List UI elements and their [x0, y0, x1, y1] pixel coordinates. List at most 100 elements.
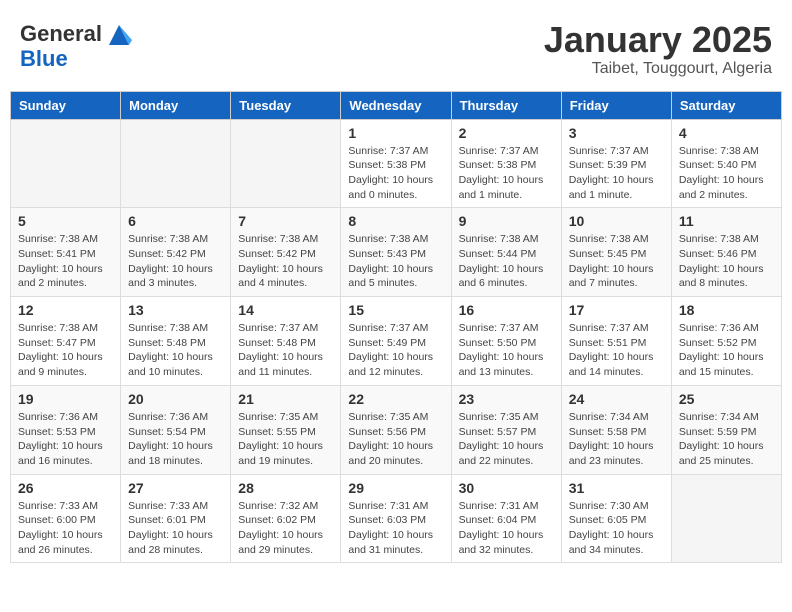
calendar-cell: 10 Sunrise: 7:38 AM Sunset: 5:45 PM Dayl…: [561, 208, 671, 297]
sunset-text: Sunset: 5:48 PM: [238, 337, 316, 349]
day-info: Sunrise: 7:37 AM Sunset: 5:38 PM Dayligh…: [348, 144, 443, 203]
sunset-text: Sunset: 5:38 PM: [348, 159, 426, 171]
sunrise-text: Sunrise: 7:38 AM: [679, 145, 759, 157]
sunset-text: Sunset: 5:43 PM: [348, 248, 426, 260]
sunrise-text: Sunrise: 7:38 AM: [128, 233, 208, 245]
calendar-cell: 25 Sunrise: 7:34 AM Sunset: 5:59 PM Dayl…: [671, 385, 781, 474]
sunset-text: Sunset: 5:59 PM: [679, 426, 757, 438]
day-number: 19: [18, 391, 113, 407]
calendar-cell: 23 Sunrise: 7:35 AM Sunset: 5:57 PM Dayl…: [451, 385, 561, 474]
sunset-text: Sunset: 5:56 PM: [348, 426, 426, 438]
sunset-text: Sunset: 5:52 PM: [679, 337, 757, 349]
daylight-text: Daylight: 10 hours and 4 minutes.: [238, 263, 323, 290]
sunset-text: Sunset: 6:01 PM: [128, 514, 206, 526]
calendar-cell: 9 Sunrise: 7:38 AM Sunset: 5:44 PM Dayli…: [451, 208, 561, 297]
sunrise-text: Sunrise: 7:33 AM: [18, 500, 98, 512]
daylight-text: Daylight: 10 hours and 8 minutes.: [679, 263, 764, 290]
sunset-text: Sunset: 5:51 PM: [569, 337, 647, 349]
day-info: Sunrise: 7:30 AM Sunset: 6:05 PM Dayligh…: [569, 499, 664, 558]
daylight-text: Daylight: 10 hours and 2 minutes.: [679, 174, 764, 201]
daylight-text: Daylight: 10 hours and 32 minutes.: [459, 529, 544, 556]
calendar-cell: [671, 474, 781, 563]
day-info: Sunrise: 7:36 AM Sunset: 5:52 PM Dayligh…: [679, 321, 774, 380]
calendar-cell: 27 Sunrise: 7:33 AM Sunset: 6:01 PM Dayl…: [121, 474, 231, 563]
calendar-cell: 11 Sunrise: 7:38 AM Sunset: 5:46 PM Dayl…: [671, 208, 781, 297]
calendar-table: SundayMondayTuesdayWednesdayThursdayFrid…: [10, 91, 782, 564]
sunrise-text: Sunrise: 7:38 AM: [238, 233, 318, 245]
day-info: Sunrise: 7:34 AM Sunset: 5:59 PM Dayligh…: [679, 410, 774, 469]
weekday-header: Sunday: [11, 91, 121, 119]
sunrise-text: Sunrise: 7:35 AM: [238, 411, 318, 423]
daylight-text: Daylight: 10 hours and 18 minutes.: [128, 440, 213, 467]
sunset-text: Sunset: 5:57 PM: [459, 426, 537, 438]
daylight-text: Daylight: 10 hours and 31 minutes.: [348, 529, 433, 556]
day-number: 21: [238, 391, 333, 407]
sunrise-text: Sunrise: 7:37 AM: [459, 322, 539, 334]
day-info: Sunrise: 7:31 AM Sunset: 6:04 PM Dayligh…: [459, 499, 554, 558]
day-number: 18: [679, 302, 774, 318]
calendar-cell: 7 Sunrise: 7:38 AM Sunset: 5:42 PM Dayli…: [231, 208, 341, 297]
calendar-week-row: 19 Sunrise: 7:36 AM Sunset: 5:53 PM Dayl…: [11, 385, 782, 474]
daylight-text: Daylight: 10 hours and 5 minutes.: [348, 263, 433, 290]
weekday-header: Thursday: [451, 91, 561, 119]
sunset-text: Sunset: 5:50 PM: [459, 337, 537, 349]
calendar-cell: 30 Sunrise: 7:31 AM Sunset: 6:04 PM Dayl…: [451, 474, 561, 563]
day-number: 22: [348, 391, 443, 407]
calendar-week-row: 26 Sunrise: 7:33 AM Sunset: 6:00 PM Dayl…: [11, 474, 782, 563]
day-info: Sunrise: 7:35 AM Sunset: 5:56 PM Dayligh…: [348, 410, 443, 469]
location-subtitle: Taibet, Touggourt, Algeria: [544, 60, 772, 78]
calendar-cell: [11, 119, 121, 208]
sunrise-text: Sunrise: 7:37 AM: [238, 322, 318, 334]
sunrise-text: Sunrise: 7:37 AM: [569, 322, 649, 334]
day-info: Sunrise: 7:38 AM Sunset: 5:45 PM Dayligh…: [569, 232, 664, 291]
sunset-text: Sunset: 5:46 PM: [679, 248, 757, 260]
title-block: January 2025 Taibet, Touggourt, Algeria: [544, 20, 772, 78]
day-info: Sunrise: 7:38 AM Sunset: 5:46 PM Dayligh…: [679, 232, 774, 291]
day-number: 26: [18, 480, 113, 496]
calendar-cell: 28 Sunrise: 7:32 AM Sunset: 6:02 PM Dayl…: [231, 474, 341, 563]
day-info: Sunrise: 7:33 AM Sunset: 6:00 PM Dayligh…: [18, 499, 113, 558]
day-number: 1: [348, 125, 443, 141]
daylight-text: Daylight: 10 hours and 0 minutes.: [348, 174, 433, 201]
day-number: 16: [459, 302, 554, 318]
weekday-header-row: SundayMondayTuesdayWednesdayThursdayFrid…: [11, 91, 782, 119]
daylight-text: Daylight: 10 hours and 2 minutes.: [18, 263, 103, 290]
daylight-text: Daylight: 10 hours and 25 minutes.: [679, 440, 764, 467]
sunset-text: Sunset: 6:04 PM: [459, 514, 537, 526]
sunset-text: Sunset: 6:03 PM: [348, 514, 426, 526]
daylight-text: Daylight: 10 hours and 14 minutes.: [569, 351, 654, 378]
daylight-text: Daylight: 10 hours and 16 minutes.: [18, 440, 103, 467]
sunset-text: Sunset: 6:00 PM: [18, 514, 96, 526]
day-number: 6: [128, 213, 223, 229]
sunrise-text: Sunrise: 7:36 AM: [679, 322, 759, 334]
calendar-cell: 15 Sunrise: 7:37 AM Sunset: 5:49 PM Dayl…: [341, 297, 451, 386]
calendar-cell: 21 Sunrise: 7:35 AM Sunset: 5:55 PM Dayl…: [231, 385, 341, 474]
sunrise-text: Sunrise: 7:30 AM: [569, 500, 649, 512]
day-number: 20: [128, 391, 223, 407]
calendar-cell: 8 Sunrise: 7:38 AM Sunset: 5:43 PM Dayli…: [341, 208, 451, 297]
calendar-cell: [121, 119, 231, 208]
sunset-text: Sunset: 5:53 PM: [18, 426, 96, 438]
day-info: Sunrise: 7:38 AM Sunset: 5:47 PM Dayligh…: [18, 321, 113, 380]
daylight-text: Daylight: 10 hours and 6 minutes.: [459, 263, 544, 290]
calendar-cell: 17 Sunrise: 7:37 AM Sunset: 5:51 PM Dayl…: [561, 297, 671, 386]
daylight-text: Daylight: 10 hours and 26 minutes.: [18, 529, 103, 556]
sunrise-text: Sunrise: 7:34 AM: [569, 411, 649, 423]
day-number: 14: [238, 302, 333, 318]
sunrise-text: Sunrise: 7:32 AM: [238, 500, 318, 512]
sunset-text: Sunset: 6:05 PM: [569, 514, 647, 526]
day-info: Sunrise: 7:37 AM Sunset: 5:48 PM Dayligh…: [238, 321, 333, 380]
daylight-text: Daylight: 10 hours and 11 minutes.: [238, 351, 323, 378]
sunset-text: Sunset: 5:42 PM: [238, 248, 316, 260]
sunset-text: Sunset: 5:38 PM: [459, 159, 537, 171]
day-info: Sunrise: 7:37 AM Sunset: 5:50 PM Dayligh…: [459, 321, 554, 380]
sunrise-text: Sunrise: 7:35 AM: [459, 411, 539, 423]
day-number: 28: [238, 480, 333, 496]
day-number: 25: [679, 391, 774, 407]
sunrise-text: Sunrise: 7:37 AM: [348, 322, 428, 334]
sunset-text: Sunset: 5:40 PM: [679, 159, 757, 171]
sunrise-text: Sunrise: 7:38 AM: [459, 233, 539, 245]
sunset-text: Sunset: 5:47 PM: [18, 337, 96, 349]
daylight-text: Daylight: 10 hours and 3 minutes.: [128, 263, 213, 290]
day-number: 11: [679, 213, 774, 229]
